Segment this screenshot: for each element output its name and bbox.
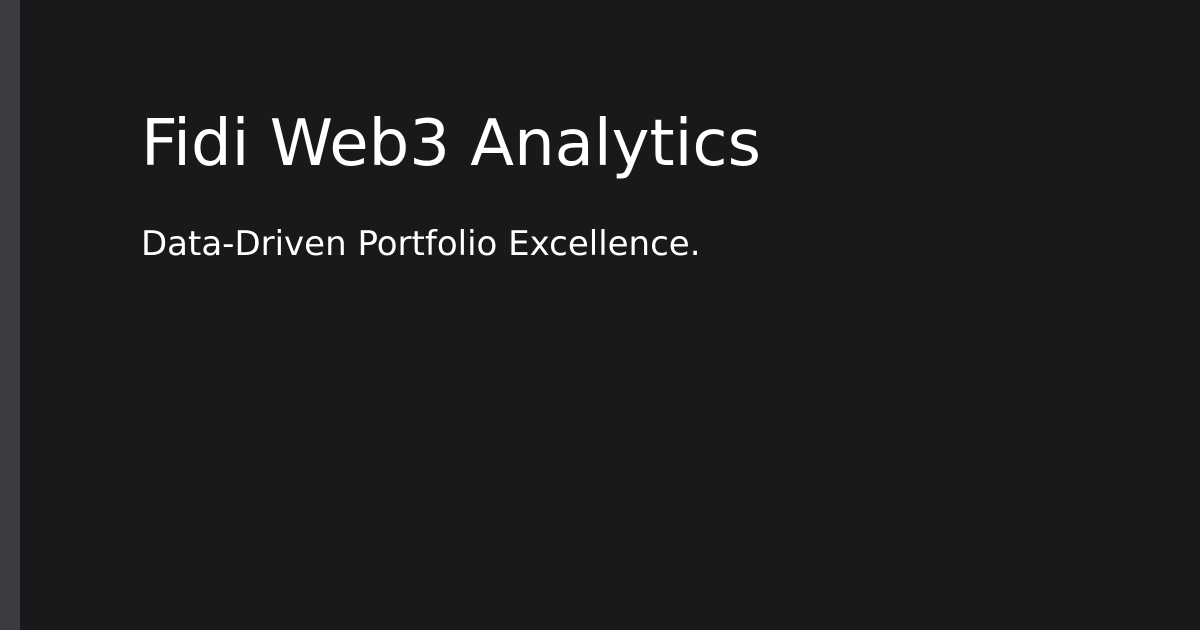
- accent-bar: [0, 0, 20, 630]
- page-title: Fidi Web3 Analytics: [141, 107, 761, 181]
- social-preview-card: Fidi Web3 Analytics Data-Driven Portfoli…: [0, 0, 1200, 630]
- card-content: Fidi Web3 Analytics Data-Driven Portfoli…: [141, 107, 1140, 264]
- tagline: Data-Driven Portfolio Excellence.: [141, 223, 701, 264]
